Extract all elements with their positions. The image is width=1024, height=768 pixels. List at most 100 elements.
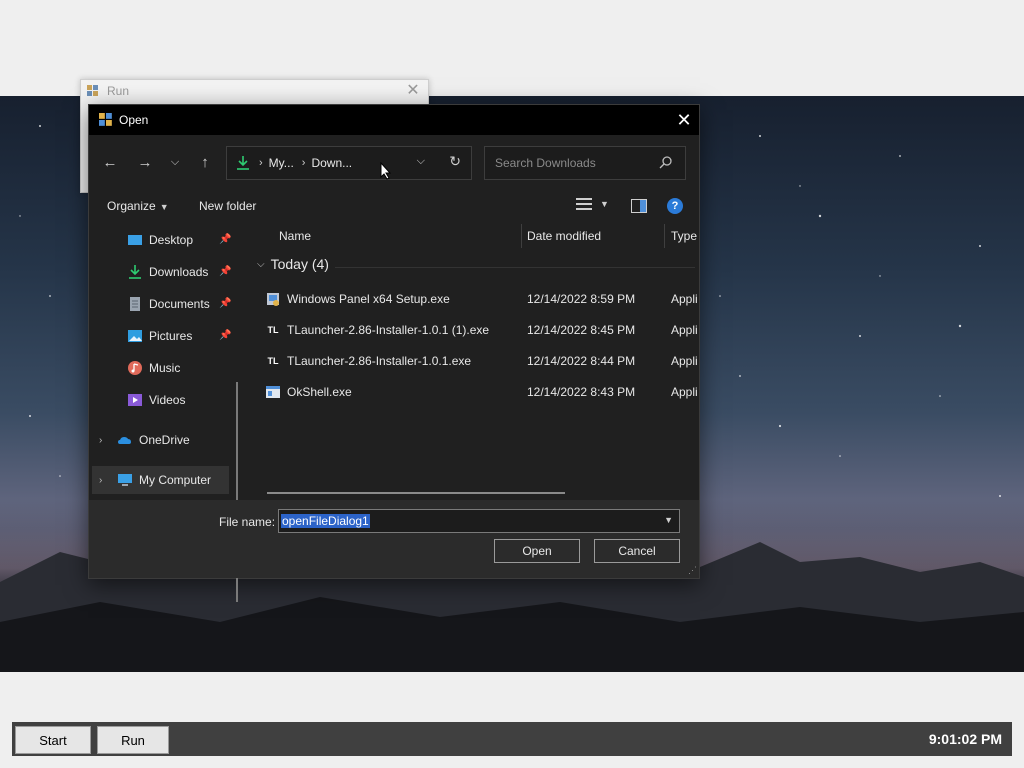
taskbar: Start Run 9:01:02 PM	[12, 722, 1012, 756]
forward-arrow-icon[interactable]: →	[132, 149, 158, 175]
nav-item-videos[interactable]: Videos	[127, 386, 237, 414]
nav-item-desktop[interactable]: Desktop 📌	[127, 226, 237, 254]
file-row[interactable]: TL TLauncher-2.86-Installer-1.0.1 (1).ex…	[265, 317, 699, 343]
group-header-today[interactable]: ⌵ Today (4)	[257, 256, 329, 272]
taskbar-run-button[interactable]: Run	[97, 726, 169, 754]
app-window-icon	[266, 386, 280, 398]
nav-item-label: Documents	[149, 297, 210, 311]
back-arrow-icon[interactable]: ←	[97, 149, 123, 175]
refresh-icon[interactable]: ↻	[449, 153, 461, 170]
videos-icon	[128, 394, 142, 406]
navigation-pane: Desktop 📌 Downloads 📌 Documents 📌 Pictur…	[89, 222, 241, 602]
dialog-titlebar: Open ✕	[89, 105, 699, 135]
nav-item-downloads[interactable]: Downloads 📌	[127, 258, 237, 286]
dialog-footer: File name: openFileDialog1 ▼ Open Cancel…	[89, 500, 699, 578]
nav-item-label: Pictures	[149, 329, 193, 343]
downloads-icon	[129, 265, 141, 279]
breadcrumb-separator-icon: ›	[301, 157, 306, 169]
file-type: Appli	[671, 354, 698, 368]
pictures-icon	[128, 330, 142, 342]
app-icon	[87, 85, 98, 96]
command-bar: Organize ▼ New folder ▼ ?	[89, 191, 699, 221]
help-icon[interactable]: ?	[667, 198, 683, 214]
details-view-icon	[576, 198, 592, 210]
file-name: TLauncher-2.86-Installer-1.0.1.exe	[287, 354, 472, 368]
column-header-name[interactable]: Name	[279, 222, 311, 250]
new-folder-button[interactable]: New folder	[199, 199, 256, 213]
group-divider	[335, 267, 695, 268]
column-divider[interactable]	[521, 224, 522, 248]
close-icon[interactable]: ✕	[406, 83, 420, 99]
nav-item-label: Desktop	[149, 233, 194, 247]
search-input[interactable]	[493, 155, 657, 171]
file-type: Appli	[671, 292, 698, 306]
file-name-field[interactable]: openFileDialog1	[281, 514, 370, 528]
documents-icon	[130, 297, 140, 311]
pin-icon[interactable]: 📌	[219, 330, 231, 342]
chevron-right-icon[interactable]: ›	[99, 435, 111, 446]
file-list: Name Date modified Type ⌵ Today (4) Wind…	[249, 222, 699, 500]
group-label: Today (4)	[270, 256, 329, 272]
nav-item-label: My Computer	[139, 473, 212, 487]
mouse-cursor-icon	[380, 162, 392, 180]
file-row[interactable]: OkShell.exe 12/14/2022 8:43 PM Appli	[265, 379, 699, 405]
dialog-title: Open	[119, 113, 149, 127]
file-row[interactable]: Windows Panel x64 Setup.exe 12/14/2022 8…	[265, 286, 699, 312]
column-header-type[interactable]: Type	[671, 222, 697, 250]
breadcrumb-downloads[interactable]: Down...	[311, 156, 352, 170]
desktop-icon	[128, 235, 142, 245]
search-icon[interactable]	[659, 155, 673, 169]
cancel-button[interactable]: Cancel	[594, 539, 680, 563]
nav-item-label: Downloads	[149, 265, 209, 279]
open-file-dialog: Open ✕ ← → ⌵ ↑ › My... › Down... ⌵ ↻ Sea…	[88, 104, 700, 602]
file-date: 12/14/2022 8:43 PM	[527, 385, 636, 399]
breadcrumb-my-computer[interactable]: My...	[269, 156, 294, 170]
chevron-down-icon[interactable]: ⌵	[257, 259, 265, 270]
file-type: Appli	[671, 385, 698, 399]
file-date: 12/14/2022 8:44 PM	[527, 354, 636, 368]
chevron-down-icon[interactable]: ▼	[664, 515, 673, 525]
nav-item-label: Videos	[149, 393, 186, 407]
file-type: Appli	[671, 323, 698, 337]
horizontal-scrollbar[interactable]	[267, 492, 565, 494]
taskbar-clock: 9:01:02 PM	[928, 731, 1002, 747]
file-name-label: File name:	[219, 515, 276, 529]
file-date: 12/14/2022 8:59 PM	[527, 292, 636, 306]
open-button[interactable]: Open	[494, 539, 580, 563]
resize-grip-icon[interactable]: ⋰	[688, 565, 697, 576]
pin-icon[interactable]: 📌	[219, 234, 231, 246]
pin-icon[interactable]: 📌	[219, 266, 231, 278]
start-button[interactable]: Start	[15, 726, 91, 754]
file-name: TLauncher-2.86-Installer-1.0.1 (1).exe	[287, 323, 490, 337]
chevron-right-icon[interactable]: ›	[99, 475, 111, 486]
up-arrow-icon[interactable]: ↑	[192, 149, 218, 175]
nav-item-pictures[interactable]: Pictures 📌	[127, 322, 237, 350]
column-header-date-modified[interactable]: Date modified	[527, 222, 601, 250]
computer-icon	[118, 474, 132, 486]
music-icon	[128, 361, 142, 375]
file-date: 12/14/2022 8:45 PM	[527, 323, 636, 337]
recent-locations-chevron-icon[interactable]: ⌵	[162, 149, 188, 175]
nav-item-label: OneDrive	[139, 433, 190, 447]
navigation-bar: ← → ⌵ ↑ › My... › Down... ⌵ ↻	[89, 135, 699, 191]
file-row[interactable]: TL TLauncher-2.86-Installer-1.0.1.exe 12…	[265, 348, 699, 374]
run-window-title: Run	[107, 84, 130, 98]
caret-down-icon: ▼	[600, 199, 609, 209]
preview-pane-icon[interactable]	[631, 199, 647, 213]
change-view-button[interactable]: ▼	[576, 197, 609, 211]
pin-icon[interactable]: 📌	[219, 298, 231, 310]
run-titlebar: Run ✕	[81, 80, 428, 102]
nav-item-my-computer[interactable]: › My Computer	[92, 466, 229, 494]
file-name-combobox[interactable]: openFileDialog1 ▼	[278, 509, 680, 533]
search-box[interactable]	[484, 146, 686, 180]
address-bar[interactable]: › My... › Down... ⌵ ↻	[226, 146, 472, 180]
app-icon	[99, 113, 112, 126]
chevron-down-icon[interactable]: ⌵	[417, 155, 425, 168]
nav-item-onedrive[interactable]: › OneDrive	[89, 426, 237, 454]
nav-item-documents[interactable]: Documents 📌	[127, 290, 237, 318]
close-icon[interactable]: ✕	[669, 105, 699, 135]
nav-item-music[interactable]: Music	[127, 354, 237, 382]
column-divider[interactable]	[664, 224, 665, 248]
downloads-icon	[237, 156, 249, 170]
organize-button[interactable]: Organize ▼	[107, 199, 169, 213]
